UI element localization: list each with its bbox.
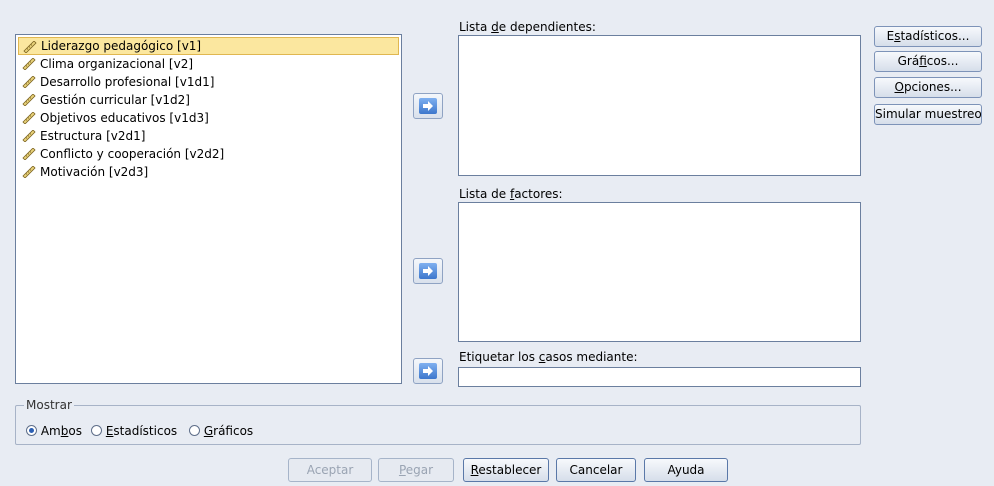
ruler-icon — [22, 166, 36, 178]
variable-label: Estructura [v2d1] — [40, 129, 146, 143]
ruler-icon — [22, 76, 36, 88]
arrow-right-icon — [419, 98, 437, 114]
ruler-icon — [22, 130, 36, 142]
plots-button[interactable]: Gráficos... — [874, 51, 982, 72]
move-to-dependents-button[interactable] — [413, 93, 443, 119]
factors-list[interactable] — [458, 202, 861, 342]
variable-list-item[interactable]: Motivación [v2d3] — [18, 163, 399, 181]
variable-list[interactable]: Liderazgo pedagógico [v1] Clima organizac… — [15, 34, 402, 384]
variable-list-item[interactable]: Desarrollo profesional [v1d1] — [18, 73, 399, 91]
radio-button-icon — [189, 425, 200, 436]
display-group-title: Mostrar — [24, 398, 74, 412]
variable-label: Objetivos educativos [v1d3] — [40, 111, 209, 125]
move-to-factors-button[interactable] — [413, 258, 443, 284]
cancel-button[interactable]: Cancelar — [556, 458, 636, 482]
variable-list-item[interactable]: Gestión curricular [v1d2] — [18, 91, 399, 109]
radio-button-icon — [91, 425, 102, 436]
radio-statistics[interactable]: Estadísticos — [91, 424, 177, 438]
ruler-icon — [23, 41, 37, 53]
ok-button[interactable]: Aceptar — [288, 458, 372, 482]
variable-list-item[interactable]: Liderazgo pedagógico [v1] — [18, 37, 399, 55]
variable-label: Motivación [v2d3] — [40, 165, 149, 179]
variable-label: Liderazgo pedagógico [v1] — [41, 39, 202, 53]
variable-label: Conflicto y cooperación [v2d2] — [40, 147, 225, 161]
ruler-icon — [22, 94, 36, 106]
variable-label: Desarrollo profesional [v1d1] — [40, 75, 215, 89]
variable-list-item[interactable]: Conflicto y cooperación [v2d2] — [18, 145, 399, 163]
dependents-label: Lista de dependientes: — [459, 20, 596, 34]
help-button[interactable]: Ayuda — [644, 458, 728, 482]
ruler-icon — [22, 112, 36, 124]
radio-both[interactable]: Ambos — [26, 424, 82, 438]
variable-label: Clima organizacional [v2] — [40, 57, 194, 71]
arrow-right-icon — [419, 363, 437, 379]
ruler-icon — [22, 58, 36, 70]
variable-list-item[interactable]: Clima organizacional [v2] — [18, 55, 399, 73]
paste-button[interactable]: Pegar — [378, 458, 454, 482]
ruler-icon — [22, 148, 36, 160]
label-cases-label: Etiquetar los casos mediante: — [459, 350, 638, 364]
statistics-button[interactable]: Estadísticos... — [874, 26, 982, 47]
radio-button-icon — [26, 425, 37, 436]
factors-label: Lista de factores: — [459, 187, 563, 201]
arrow-right-icon — [419, 263, 437, 279]
options-button[interactable]: Opciones... — [874, 77, 982, 98]
reset-button[interactable]: Restablecer — [463, 458, 549, 482]
explore-dialog: { "variables": [ {"label": "Liderazgo pe… — [0, 0, 994, 486]
variable-label: Gestión curricular [v1d2] — [40, 93, 190, 107]
move-to-label-cases-button[interactable] — [413, 358, 443, 384]
variable-list-item[interactable]: Estructura [v2d1] — [18, 127, 399, 145]
dependents-list[interactable] — [458, 35, 861, 176]
bootstrap-button[interactable]: Simular muestreo... — [874, 104, 982, 125]
radio-plots[interactable]: Gráficos — [189, 424, 253, 438]
label-cases-field[interactable] — [458, 367, 861, 387]
variable-list-item[interactable]: Objetivos educativos [v1d3] — [18, 109, 399, 127]
